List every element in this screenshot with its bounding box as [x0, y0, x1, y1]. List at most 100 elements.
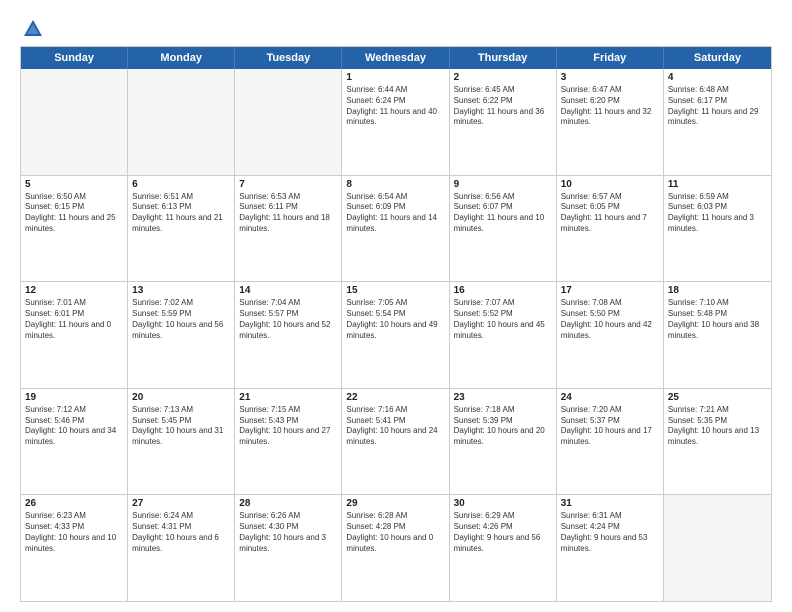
logo-icon [22, 18, 44, 40]
day-number: 10 [561, 179, 659, 190]
day-number: 24 [561, 392, 659, 403]
cal-cell: 16Sunrise: 7:07 AMSunset: 5:52 PMDayligh… [450, 282, 557, 388]
day-number: 22 [346, 392, 444, 403]
cal-cell: 11 Sunrise: 6:59 AMSunset: 6:03 PMDayligh… [664, 176, 771, 282]
cal-cell: 25Sunrise: 7:21 AMSunset: 5:35 PMDayligh… [664, 389, 771, 495]
day-number: 4 [668, 72, 767, 83]
logo [20, 18, 44, 36]
cell-info: Sunrise: 7:01 AMSunset: 6:01 PMDaylight:… [25, 298, 123, 341]
cell-info: Sunrise: 7:16 AMSunset: 5:41 PMDaylight:… [346, 405, 444, 448]
cell-info: Sunrise: 6:24 AMSunset: 4:31 PMDaylight:… [132, 511, 230, 554]
cell-info: Sunrise: 7:05 AMSunset: 5:54 PMDaylight:… [346, 298, 444, 341]
cal-cell: 2 Sunrise: 6:45 AMSunset: 6:22 PMDaylight… [450, 69, 557, 175]
cell-info: Sunrise: 7:18 AMSunset: 5:39 PMDaylight:… [454, 405, 552, 448]
day-number: 13 [132, 285, 230, 296]
cell-info: Sunrise: 7:13 AMSunset: 5:45 PMDaylight:… [132, 405, 230, 448]
cal-cell: 28Sunrise: 6:26 AMSunset: 4:30 PMDayligh… [235, 495, 342, 601]
cal-cell: 29 Sunrise: 6:28 AMSunset: 4:28 PMDayligh… [342, 495, 449, 601]
cal-week-4: 19Sunrise: 7:12 AMSunset: 5:46 PMDayligh… [21, 389, 771, 496]
day-number: 19 [25, 392, 123, 403]
cell-info: Sunrise: 6:51 AMSunset: 6:13 PMDaylight:… [132, 192, 230, 235]
day-number: 29 [346, 498, 444, 509]
cal-cell: 26Sunrise: 6:23 AMSunset: 4:33 PMDayligh… [21, 495, 128, 601]
day-number: 8 [346, 179, 444, 190]
cal-cell: 13 Sunrise: 7:02 AMSunset: 5:59 PMDayligh… [128, 282, 235, 388]
cell-info: Sunrise: 7:02 AMSunset: 5:59 PMDaylight:… [132, 298, 230, 341]
cal-week-5: 26Sunrise: 6:23 AMSunset: 4:33 PMDayligh… [21, 495, 771, 601]
cal-cell: 4 Sunrise: 6:48 AMSunset: 6:17 PMDaylight… [664, 69, 771, 175]
cell-info: Sunrise: 6:29 AMSunset: 4:26 PMDaylight:… [454, 511, 552, 554]
day-number: 20 [132, 392, 230, 403]
cell-info: Sunrise: 6:45 AMSunset: 6:22 PMDaylight:… [454, 85, 552, 128]
cal-cell: 30 Sunrise: 6:29 AMSunset: 4:26 PMDayligh… [450, 495, 557, 601]
day-number: 17 [561, 285, 659, 296]
day-number: 2 [454, 72, 552, 83]
cell-info: Sunrise: 7:20 AMSunset: 5:37 PMDaylight:… [561, 405, 659, 448]
cal-cell: 1Sunrise: 6:44 AMSunset: 6:24 PMDaylight… [342, 69, 449, 175]
cell-info: Sunrise: 6:31 AMSunset: 4:24 PMDaylight:… [561, 511, 659, 554]
cal-cell [664, 495, 771, 601]
calendar-header: SundayMondayTuesdayWednesdayThursdayFrid… [21, 47, 771, 69]
cal-cell: 22 Sunrise: 7:16 AMSunset: 5:41 PMDayligh… [342, 389, 449, 495]
cal-cell: 21 Sunrise: 7:15 AMSunset: 5:43 PMDayligh… [235, 389, 342, 495]
cell-info: Sunrise: 7:07 AMSunset: 5:52 PMDaylight:… [454, 298, 552, 341]
day-number: 27 [132, 498, 230, 509]
cal-cell: 19Sunrise: 7:12 AMSunset: 5:46 PMDayligh… [21, 389, 128, 495]
day-number: 18 [668, 285, 767, 296]
calendar: SundayMondayTuesdayWednesdayThursdayFrid… [20, 46, 772, 602]
cell-info: Sunrise: 7:15 AMSunset: 5:43 PMDaylight:… [239, 405, 337, 448]
cell-info: Sunrise: 6:53 AMSunset: 6:11 PMDaylight:… [239, 192, 337, 235]
cal-cell: 9 Sunrise: 6:56 AMSunset: 6:07 PMDaylight… [450, 176, 557, 282]
header-day-wednesday: Wednesday [342, 47, 449, 69]
cal-cell: 6 Sunrise: 6:51 AMSunset: 6:13 PMDaylight… [128, 176, 235, 282]
day-number: 12 [25, 285, 123, 296]
day-number: 6 [132, 179, 230, 190]
cal-week-2: 5Sunrise: 6:50 AMSunset: 6:15 PMDaylight… [21, 176, 771, 283]
cal-cell: 31 Sunrise: 6:31 AMSunset: 4:24 PMDayligh… [557, 495, 664, 601]
cell-info: Sunrise: 7:04 AMSunset: 5:57 PMDaylight:… [239, 298, 337, 341]
cell-info: Sunrise: 6:28 AMSunset: 4:28 PMDaylight:… [346, 511, 444, 554]
header-day-sunday: Sunday [21, 47, 128, 69]
day-number: 30 [454, 498, 552, 509]
day-number: 15 [346, 285, 444, 296]
header-day-thursday: Thursday [450, 47, 557, 69]
cell-info: Sunrise: 7:10 AMSunset: 5:48 PMDaylight:… [668, 298, 767, 341]
cell-info: Sunrise: 6:48 AMSunset: 6:17 PMDaylight:… [668, 85, 767, 128]
header [20, 18, 772, 36]
cal-cell: 17 Sunrise: 7:08 AMSunset: 5:50 PMDayligh… [557, 282, 664, 388]
header-day-friday: Friday [557, 47, 664, 69]
header-day-saturday: Saturday [664, 47, 771, 69]
cell-info: Sunrise: 6:56 AMSunset: 6:07 PMDaylight:… [454, 192, 552, 235]
cal-cell: 27 Sunrise: 6:24 AMSunset: 4:31 PMDayligh… [128, 495, 235, 601]
cal-cell: 3 Sunrise: 6:47 AMSunset: 6:20 PMDaylight… [557, 69, 664, 175]
cal-cell: 18 Sunrise: 7:10 AMSunset: 5:48 PMDayligh… [664, 282, 771, 388]
cal-week-1: 1Sunrise: 6:44 AMSunset: 6:24 PMDaylight… [21, 69, 771, 176]
cell-info: Sunrise: 6:47 AMSunset: 6:20 PMDaylight:… [561, 85, 659, 128]
cell-info: Sunrise: 6:57 AMSunset: 6:05 PMDaylight:… [561, 192, 659, 235]
day-number: 5 [25, 179, 123, 190]
day-number: 28 [239, 498, 337, 509]
day-number: 11 [668, 179, 767, 190]
cell-info: Sunrise: 6:59 AMSunset: 6:03 PMDaylight:… [668, 192, 767, 235]
cal-cell: 7Sunrise: 6:53 AMSunset: 6:11 PMDaylight… [235, 176, 342, 282]
day-number: 31 [561, 498, 659, 509]
cal-cell [128, 69, 235, 175]
cal-cell: 8 Sunrise: 6:54 AMSunset: 6:09 PMDaylight… [342, 176, 449, 282]
day-number: 23 [454, 392, 552, 403]
day-number: 1 [346, 72, 444, 83]
cal-cell: 5Sunrise: 6:50 AMSunset: 6:15 PMDaylight… [21, 176, 128, 282]
header-day-monday: Monday [128, 47, 235, 69]
day-number: 14 [239, 285, 337, 296]
day-number: 21 [239, 392, 337, 403]
cell-info: Sunrise: 6:54 AMSunset: 6:09 PMDaylight:… [346, 192, 444, 235]
cal-cell [21, 69, 128, 175]
cell-info: Sunrise: 7:08 AMSunset: 5:50 PMDaylight:… [561, 298, 659, 341]
cal-week-3: 12 Sunrise: 7:01 AMSunset: 6:01 PMDayligh… [21, 282, 771, 389]
day-number: 9 [454, 179, 552, 190]
cal-cell: 12 Sunrise: 7:01 AMSunset: 6:01 PMDayligh… [21, 282, 128, 388]
cal-cell: 14 Sunrise: 7:04 AMSunset: 5:57 PMDayligh… [235, 282, 342, 388]
page: SundayMondayTuesdayWednesdayThursdayFrid… [0, 0, 792, 612]
cell-info: Sunrise: 7:21 AMSunset: 5:35 PMDaylight:… [668, 405, 767, 448]
day-number: 3 [561, 72, 659, 83]
cell-info: Sunrise: 6:23 AMSunset: 4:33 PMDaylight:… [25, 511, 123, 554]
